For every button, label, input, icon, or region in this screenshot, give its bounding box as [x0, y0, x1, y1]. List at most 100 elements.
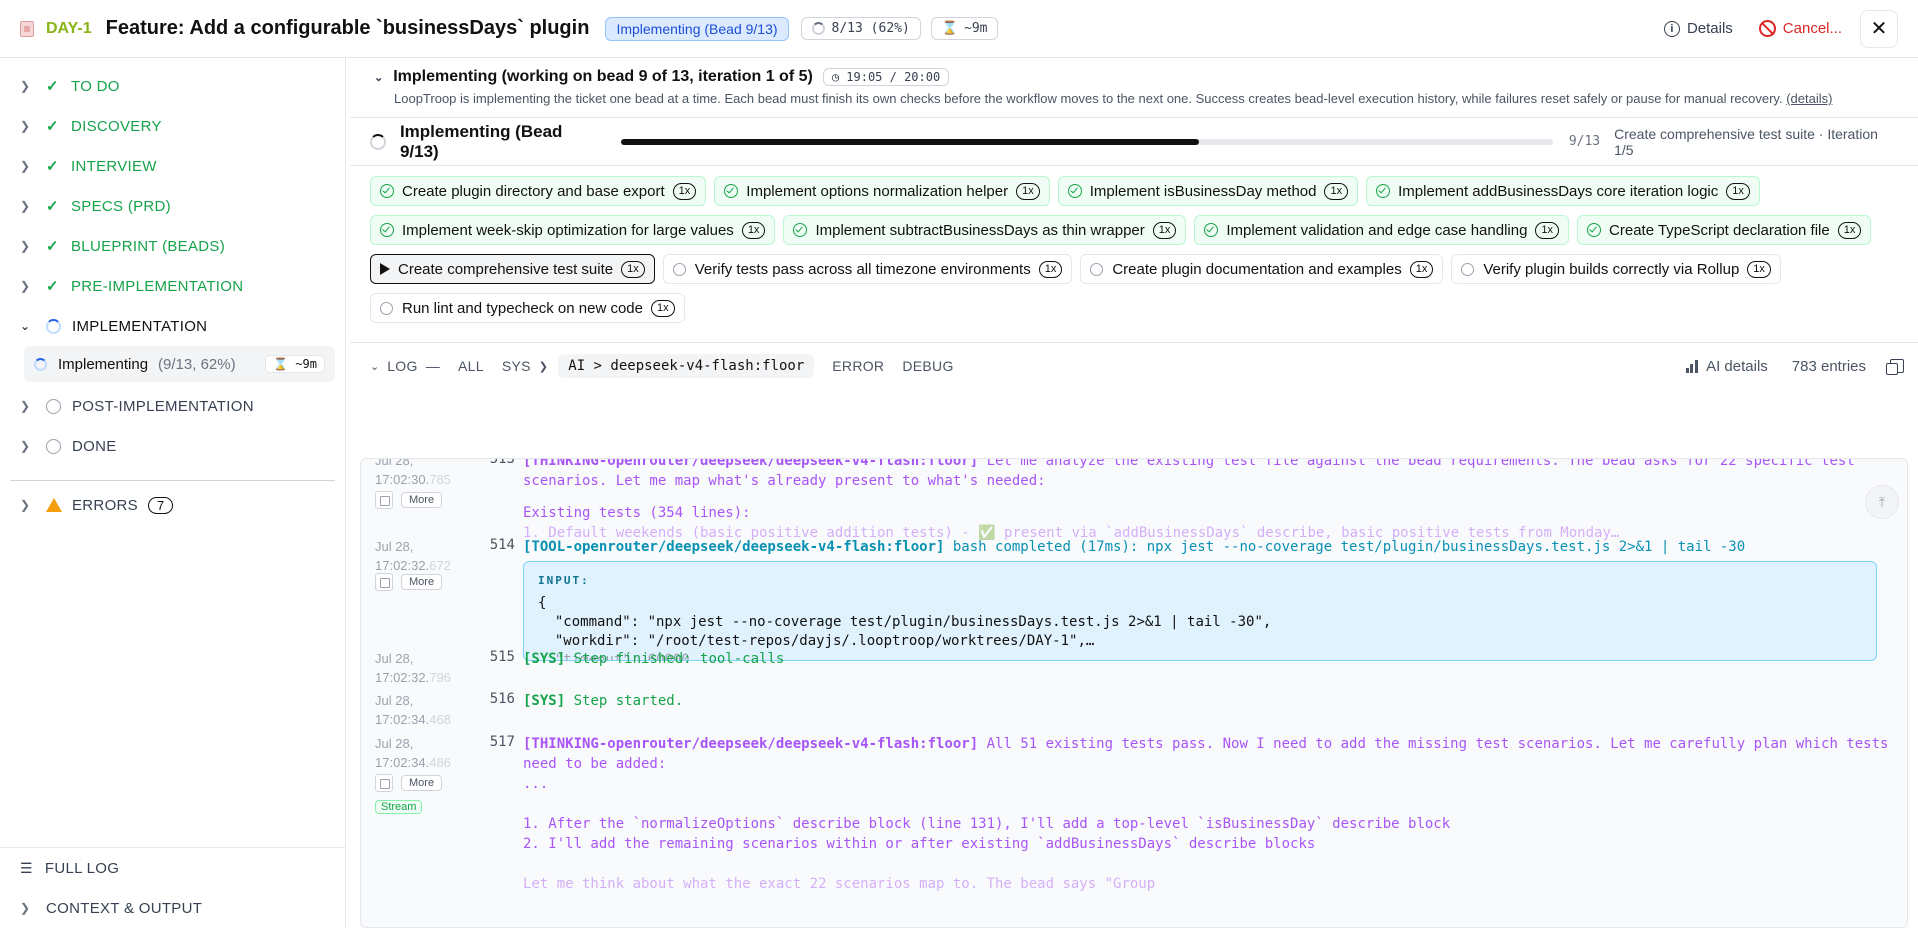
chevron-right-icon: ❯	[20, 498, 31, 512]
check-circle-icon	[380, 184, 394, 198]
sidebar-subitem-implementing[interactable]: Implementing (9/13, 62%) ⌛ ~9m	[24, 346, 335, 382]
bead-label: Implement isBusinessDay method	[1089, 182, 1317, 200]
sidebar-item-todo[interactable]: ❯ ✓ TO DO	[0, 66, 345, 106]
copy-icon[interactable]	[1886, 359, 1904, 375]
warning-icon	[46, 498, 62, 512]
stage-header[interactable]: ⌄ Implementing (working on bead 9 of 13, …	[374, 68, 1898, 86]
stage-title: Implementing (working on bead 9 of 13, i…	[393, 68, 813, 85]
check-circle-icon	[1204, 223, 1219, 237]
progress-pill: 8/13 (62%)	[800, 17, 921, 40]
bead-chip[interactable]: Implement isBusinessDay method 1x	[1057, 176, 1359, 206]
empty-circle-icon	[46, 398, 61, 414]
copy-icon[interactable]	[375, 491, 393, 509]
loading-spinner-icon	[811, 22, 825, 35]
progress-note: Create comprehensive test suite · Iterat…	[1614, 125, 1878, 158]
sidebar-divider	[10, 480, 335, 481]
sidebar-item-interview[interactable]: ❯ ✓ INTERVIEW	[0, 146, 345, 186]
progress-bar	[620, 138, 1553, 145]
check-circle-icon	[1376, 184, 1391, 198]
bead-chip[interactable]: Run lint and typecheck on new code 1x	[370, 293, 685, 323]
bead-chip[interactable]: Implement options normalization helper 1x	[714, 176, 1050, 206]
sidebar-item-implementation[interactable]: ⌄ IMPLEMENTATION	[0, 306, 345, 346]
stage-section: ⌄ Implementing (working on bead 9 of 13, …	[350, 58, 1918, 118]
bead-label: Create plugin directory and base export	[402, 182, 665, 200]
sidebar-item-label: BLUEPRINT (BEADS)	[71, 237, 226, 255]
more-row: More	[375, 774, 443, 792]
bead-iteration-tag: 1x	[741, 221, 766, 239]
chevron-down-icon: ⌄	[20, 319, 31, 333]
copy-icon[interactable]	[375, 774, 393, 792]
sidebar-item-blueprint[interactable]: ❯ ✓ BLUEPRINT (BEADS)	[0, 226, 345, 266]
context-output-label: CONTEXT & OUTPUT	[46, 899, 203, 917]
check-icon: ✓	[46, 278, 59, 295]
filter-all[interactable]: ALL	[458, 358, 484, 374]
bead-label: Run lint and typecheck on new code	[402, 299, 643, 317]
more-button[interactable]: More	[401, 574, 443, 590]
bead-iteration-tag: 1x	[1535, 221, 1560, 239]
bead-label: Implement addBusinessDays core iteration…	[1398, 182, 1719, 200]
scroll-top-button[interactable]: ⤒	[1865, 485, 1899, 519]
bead-chip[interactable]: Verify tests pass across all timezone en…	[662, 254, 1073, 284]
more-row: More	[375, 573, 443, 591]
copy-icon[interactable]	[375, 573, 393, 591]
log-line-number: 515	[489, 649, 515, 665]
chevron-right-icon: ❯	[20, 901, 31, 915]
details-button[interactable]: i Details	[1663, 20, 1733, 37]
stage-description: LoopTroop is implementing the ticket one…	[374, 91, 1898, 106]
empty-circle-icon	[1090, 262, 1104, 276]
filter-sys[interactable]: SYS	[502, 358, 531, 374]
sidebar-item-specs[interactable]: ❯ ✓ SPECS (PRD)	[0, 186, 345, 226]
bead-chip[interactable]: Create plugin directory and base export 1…	[370, 176, 707, 206]
close-button[interactable]: ✕	[1860, 9, 1898, 48]
sidebar-item-label: SPECS (PRD)	[71, 197, 171, 215]
bead-chip[interactable]: Implement validation and edge case handl…	[1194, 215, 1570, 245]
sidebar-item-done[interactable]: ❯ DONE	[0, 426, 345, 466]
ticket-id[interactable]: DAY-1	[46, 20, 92, 38]
main-panel: ⌄ Implementing (working on bead 9 of 13, …	[350, 58, 1918, 928]
sidebar-item-label: INTERVIEW	[71, 157, 157, 175]
stage-timer-label: 19:05 / 20:00	[846, 70, 941, 84]
sidebar-item-discovery[interactable]: ❯ ✓ DISCOVERY	[0, 106, 345, 146]
check-circle-icon	[793, 223, 808, 237]
more-button[interactable]: More	[401, 492, 443, 508]
log-timestamp: Jul 28, 17:02:32.672	[375, 539, 451, 573]
log-message: [SYS] Step started.	[523, 693, 684, 709]
log-line-number: 516	[489, 691, 515, 707]
sidebar-item-post-implementation[interactable]: ❯ POST-IMPLEMENTATION	[0, 386, 345, 426]
sidebar-item-pre-implementation[interactable]: ❯ ✓ PRE-IMPLEMENTATION	[0, 266, 345, 306]
cancel-button[interactable]: Cancel...	[1758, 20, 1842, 37]
empty-circle-icon	[46, 438, 61, 454]
filter-error[interactable]: ERROR	[832, 358, 884, 374]
details-link[interactable]: (details)	[1786, 91, 1832, 106]
sidebar-item-label: IMPLEMENTATION	[72, 317, 208, 335]
chevron-down-icon[interactable]: ⌄	[370, 360, 379, 373]
details-button-label: Details	[1686, 20, 1733, 37]
bead-chip[interactable]: Create comprehensive test suite 1x	[370, 254, 655, 284]
ai-details-button[interactable]: AI details	[1706, 358, 1768, 375]
bead-progress-row: Implementing (Bead 9/13) 9/13 Create com…	[350, 118, 1918, 166]
log-separator: —	[425, 358, 440, 374]
more-row: More	[375, 491, 443, 509]
check-icon: ✓	[46, 198, 59, 215]
log-panel[interactable]: Jul 28, 17:02:30.785 513 [THINKING-openro…	[360, 458, 1908, 928]
context-output-button[interactable]: ❯ CONTEXT & OUTPUT	[0, 888, 345, 928]
bead-chip[interactable]: Implement addBusinessDays core iteration…	[1366, 176, 1760, 206]
bead-iteration-tag: 1x	[1324, 182, 1349, 200]
tool-input-box: INPUT: { "command": "npx jest --no-cover…	[523, 561, 1877, 661]
bead-chip[interactable]: Create plugin documentation and examples…	[1080, 254, 1444, 284]
chevron-right-icon: ❯	[20, 79, 31, 93]
more-button[interactable]: More	[401, 775, 443, 791]
chevron-right-icon: ❯	[20, 279, 31, 293]
bead-chip[interactable]: Implement subtractBusinessDays as thin w…	[783, 215, 1187, 245]
bead-chip[interactable]: Create TypeScript declaration file 1x	[1577, 215, 1872, 245]
check-icon: ✓	[46, 78, 59, 95]
check-icon: ✓	[46, 118, 59, 135]
sidebar-item-errors[interactable]: ❯ ERRORS 7	[0, 485, 345, 525]
full-log-button[interactable]: ☰ FULL LOG	[0, 848, 345, 888]
bead-chip[interactable]: Verify plugin builds correctly via Rollu…	[1451, 254, 1781, 284]
bead-chip[interactable]: Implement week-skip optimization for lar…	[370, 215, 776, 245]
arrow-up-icon: ⤒	[1878, 493, 1886, 510]
filter-debug[interactable]: DEBUG	[902, 358, 953, 374]
log-timestamp: Jul 28, 17:02:30.785	[375, 458, 451, 487]
filter-ai-model[interactable]: AI > deepseek-v4-flash:floor	[558, 354, 815, 378]
